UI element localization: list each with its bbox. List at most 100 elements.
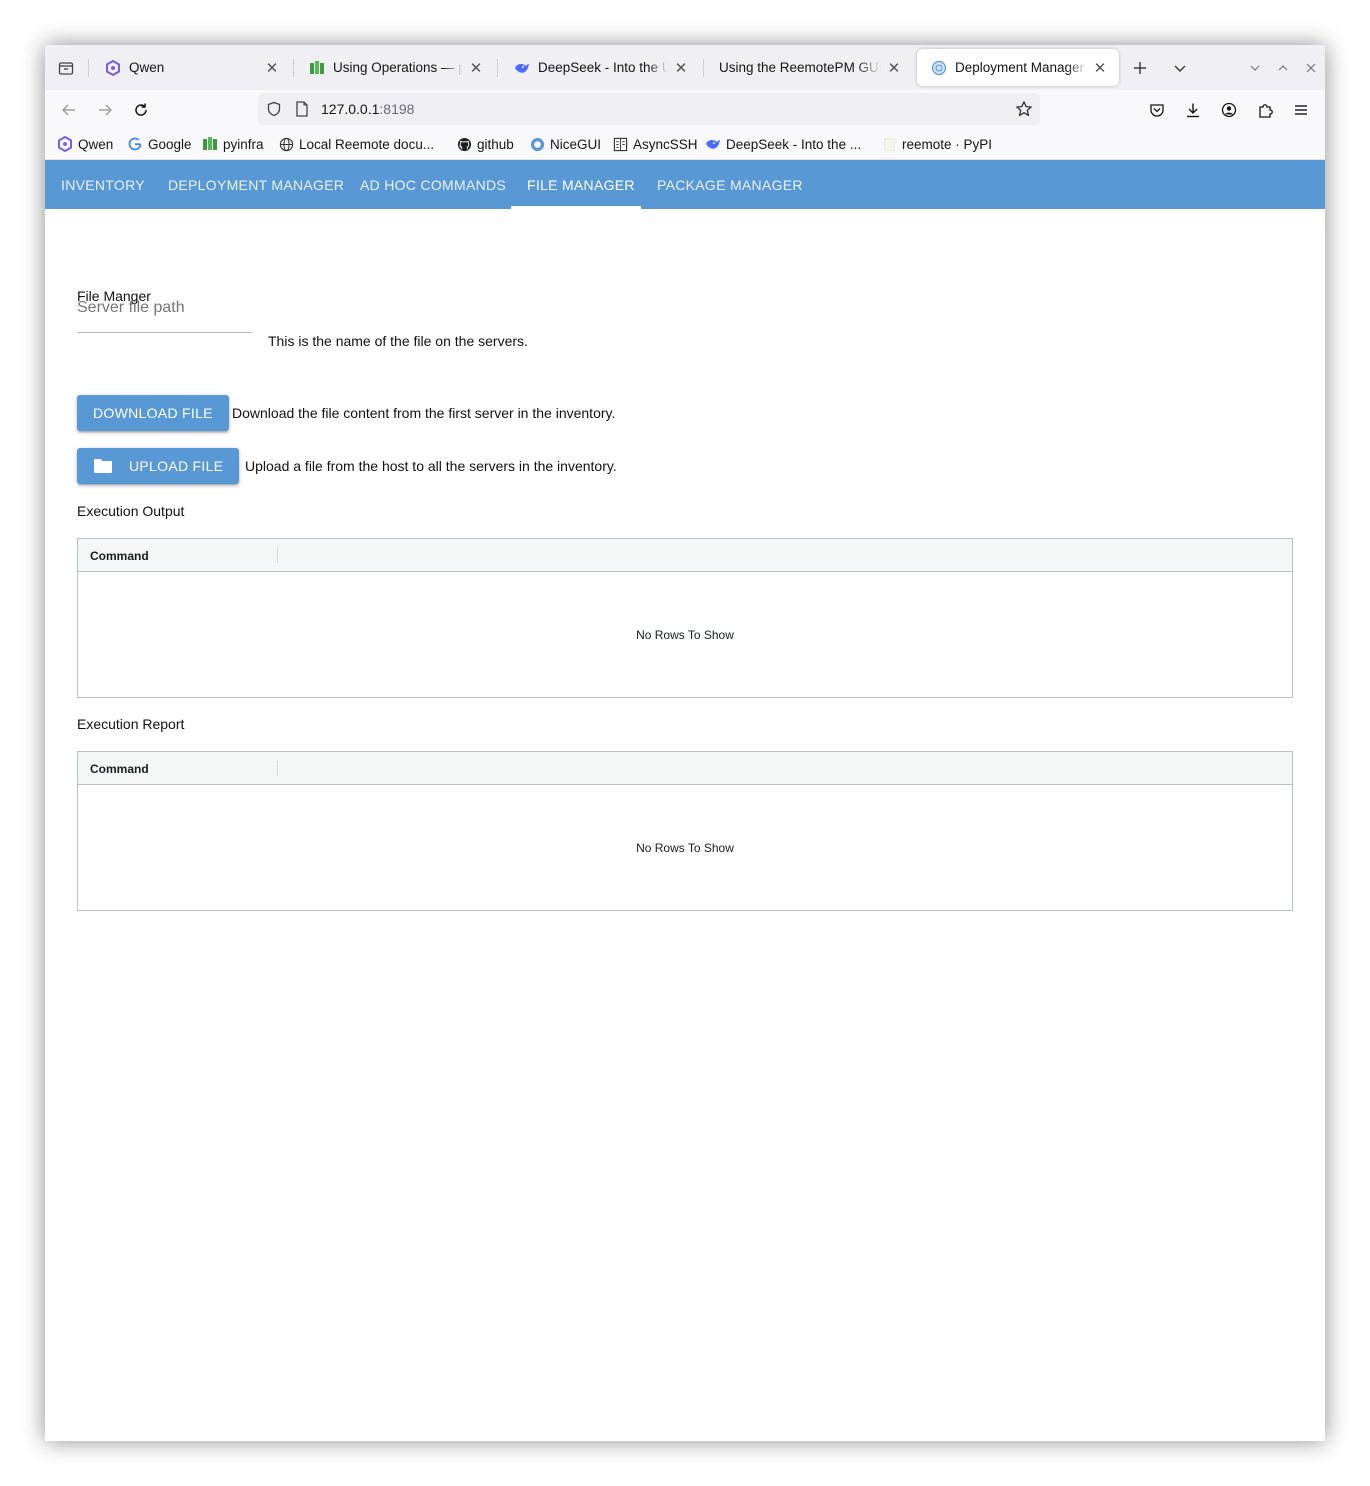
pocket-icon — [1150, 104, 1164, 117]
tab-file-manager[interactable]: File Manager — [511, 160, 641, 209]
tab-separator — [497, 59, 498, 77]
server-file-path-field[interactable] — [77, 281, 252, 333]
app-header: Inventory Deployment Manager Ad Hoc Comm… — [45, 160, 1325, 209]
pypi-icon — [881, 136, 897, 152]
execution-report-grid[interactable]: Command No Rows To Show — [77, 751, 1293, 911]
url-port: :8198 — [379, 101, 415, 117]
bookmark-label: NiceGUI — [550, 136, 602, 152]
tab-separator — [293, 59, 294, 77]
hamburger-menu-icon — [1295, 105, 1307, 115]
bookmark-label: Local Reemote docu... — [299, 136, 435, 152]
chevron-down-icon — [1174, 65, 1186, 72]
bookmark-qwen[interactable]: Qwen — [57, 135, 113, 153]
close-icon[interactable]: ✕ — [263, 59, 281, 77]
bookmark-label: AsyncSSH — [633, 136, 698, 152]
extensions-button[interactable] — [1251, 96, 1279, 124]
bookmark-asyncssh[interactable]: AsyncSSH — [612, 135, 698, 153]
path-hint: This is the name of the file on the serv… — [268, 333, 528, 349]
grid-empty-message: No Rows To Show — [636, 627, 734, 642]
close-icon[interactable]: ✕ — [672, 59, 690, 77]
shield-icon[interactable] — [265, 100, 283, 118]
tab-separator — [703, 59, 704, 77]
minimize-button[interactable] — [1242, 55, 1268, 81]
tab-title: Qwen — [129, 60, 165, 75]
menu-button[interactable] — [1287, 96, 1315, 124]
close-icon[interactable]: ✕ — [1091, 59, 1109, 77]
firefox-view-icon — [58, 62, 74, 75]
account-button[interactable] — [1215, 96, 1243, 124]
tab-title: DeepSeek - Into the Unknown — [538, 60, 668, 75]
execution-output-grid[interactable]: Command No Rows To Show — [77, 538, 1293, 698]
list-all-tabs-button[interactable] — [1167, 55, 1193, 81]
account-icon — [1221, 102, 1237, 118]
folder-icon — [93, 456, 113, 476]
bookmark-label: DeepSeek - Into the ... — [726, 136, 862, 152]
bookmark-pyinfra[interactable]: pyinfra — [202, 135, 264, 153]
url-host: 127.0.0.1 — [321, 101, 380, 117]
close-icon[interactable]: ✕ — [467, 59, 485, 77]
deepseek-icon — [514, 60, 530, 76]
puzzle-icon — [1259, 104, 1273, 118]
reload-icon — [135, 103, 147, 116]
bookmark-google[interactable]: Google — [127, 135, 192, 153]
tab-deployment-manager[interactable]: Deployment Manager — [152, 160, 360, 209]
tab-strip: Qwen ✕ Using Operations — pyinfra ✕ Deep… — [45, 45, 1325, 90]
tab-title: Using Operations — pyinfra — [333, 60, 463, 75]
maximize-button[interactable] — [1270, 55, 1296, 81]
bookmark-label: reemote · PyPI — [902, 136, 993, 152]
execution-output-title: Execution Output — [77, 503, 185, 519]
google-icon — [127, 136, 143, 152]
new-tab-button[interactable] — [1127, 55, 1153, 81]
plus-icon — [1134, 62, 1146, 74]
tab-reemotepm-gui[interactable]: Using the ReemotePM GUI ✕ — [705, 49, 913, 86]
bookmark-star-icon[interactable] — [1014, 99, 1034, 119]
bookmark-label: Google — [148, 136, 192, 152]
download-button-label: Download file — [93, 405, 213, 421]
tab-title: Using the ReemotePM GUI — [719, 60, 881, 75]
url-text[interactable]: 127.0.0.1:8198 — [321, 101, 414, 117]
pocket-button[interactable] — [1143, 96, 1171, 124]
back-button[interactable] — [55, 96, 83, 124]
file-manager-page: File Manger This is the name of the file… — [45, 209, 1325, 1441]
downloads-button[interactable] — [1179, 96, 1207, 124]
reload-button[interactable] — [127, 96, 155, 124]
firefox-view-button[interactable] — [53, 55, 79, 81]
tab-inventory[interactable]: Inventory — [45, 160, 161, 209]
close-window-button[interactable] — [1298, 55, 1324, 81]
globe-icon — [931, 60, 947, 76]
tab-deepseek[interactable]: DeepSeek - Into the Unknown ✕ — [500, 49, 700, 86]
close-icon[interactable]: ✕ — [885, 59, 903, 77]
bookmark-label: Qwen — [78, 136, 114, 152]
tab-ad-hoc-commands[interactable]: Ad Hoc Commands — [344, 160, 522, 209]
asyncssh-icon — [612, 136, 628, 152]
page-icon[interactable] — [293, 100, 311, 118]
grid-header: Command — [78, 539, 1292, 572]
qwen-icon — [57, 136, 73, 152]
maximize-icon — [1278, 65, 1288, 71]
tab-title: Deployment Manager — [955, 60, 1085, 75]
bookmark-nicegui[interactable]: NiceGUI — [529, 135, 601, 153]
bookmark-deepseek[interactable]: DeepSeek - Into the ... — [705, 135, 861, 153]
upload-file-button[interactable]: Upload file — [77, 448, 240, 484]
grid-header: Command — [78, 752, 1292, 785]
tab-qwen[interactable]: Qwen ✕ — [91, 49, 291, 86]
bookmark-label: pyinfra — [223, 136, 264, 152]
forward-button[interactable] — [91, 96, 119, 124]
tab-deployment-manager[interactable]: Deployment Manager ✕ — [917, 49, 1119, 86]
tab-pyinfra[interactable]: Using Operations — pyinfra ✕ — [295, 49, 495, 86]
bookmark-github[interactable]: github — [456, 135, 514, 153]
deepseek-icon — [705, 136, 721, 152]
download-file-button[interactable]: Download file — [77, 395, 229, 431]
server-file-path-input[interactable] — [77, 295, 252, 321]
arrow-right-icon — [99, 104, 112, 116]
address-bar[interactable]: 127.0.0.1:8198 — [258, 93, 1040, 125]
close-icon — [1306, 63, 1316, 73]
bookmarks-toolbar: Qwen Google pyinfra Local Reemote docu..… — [45, 128, 1325, 160]
navigation-toolbar: 127.0.0.1:8198 — [45, 90, 1325, 128]
bookmark-label: github — [477, 136, 514, 152]
bookmark-reemote-pypi[interactable]: reemote · PyPI — [881, 135, 992, 153]
bookmark-local-reemote-docs[interactable]: Local Reemote docu... — [278, 135, 434, 153]
tab-package-manager[interactable]: Package Manager — [641, 160, 819, 209]
column-header-command[interactable]: Command — [78, 752, 278, 785]
column-header-command[interactable]: Command — [78, 539, 278, 572]
